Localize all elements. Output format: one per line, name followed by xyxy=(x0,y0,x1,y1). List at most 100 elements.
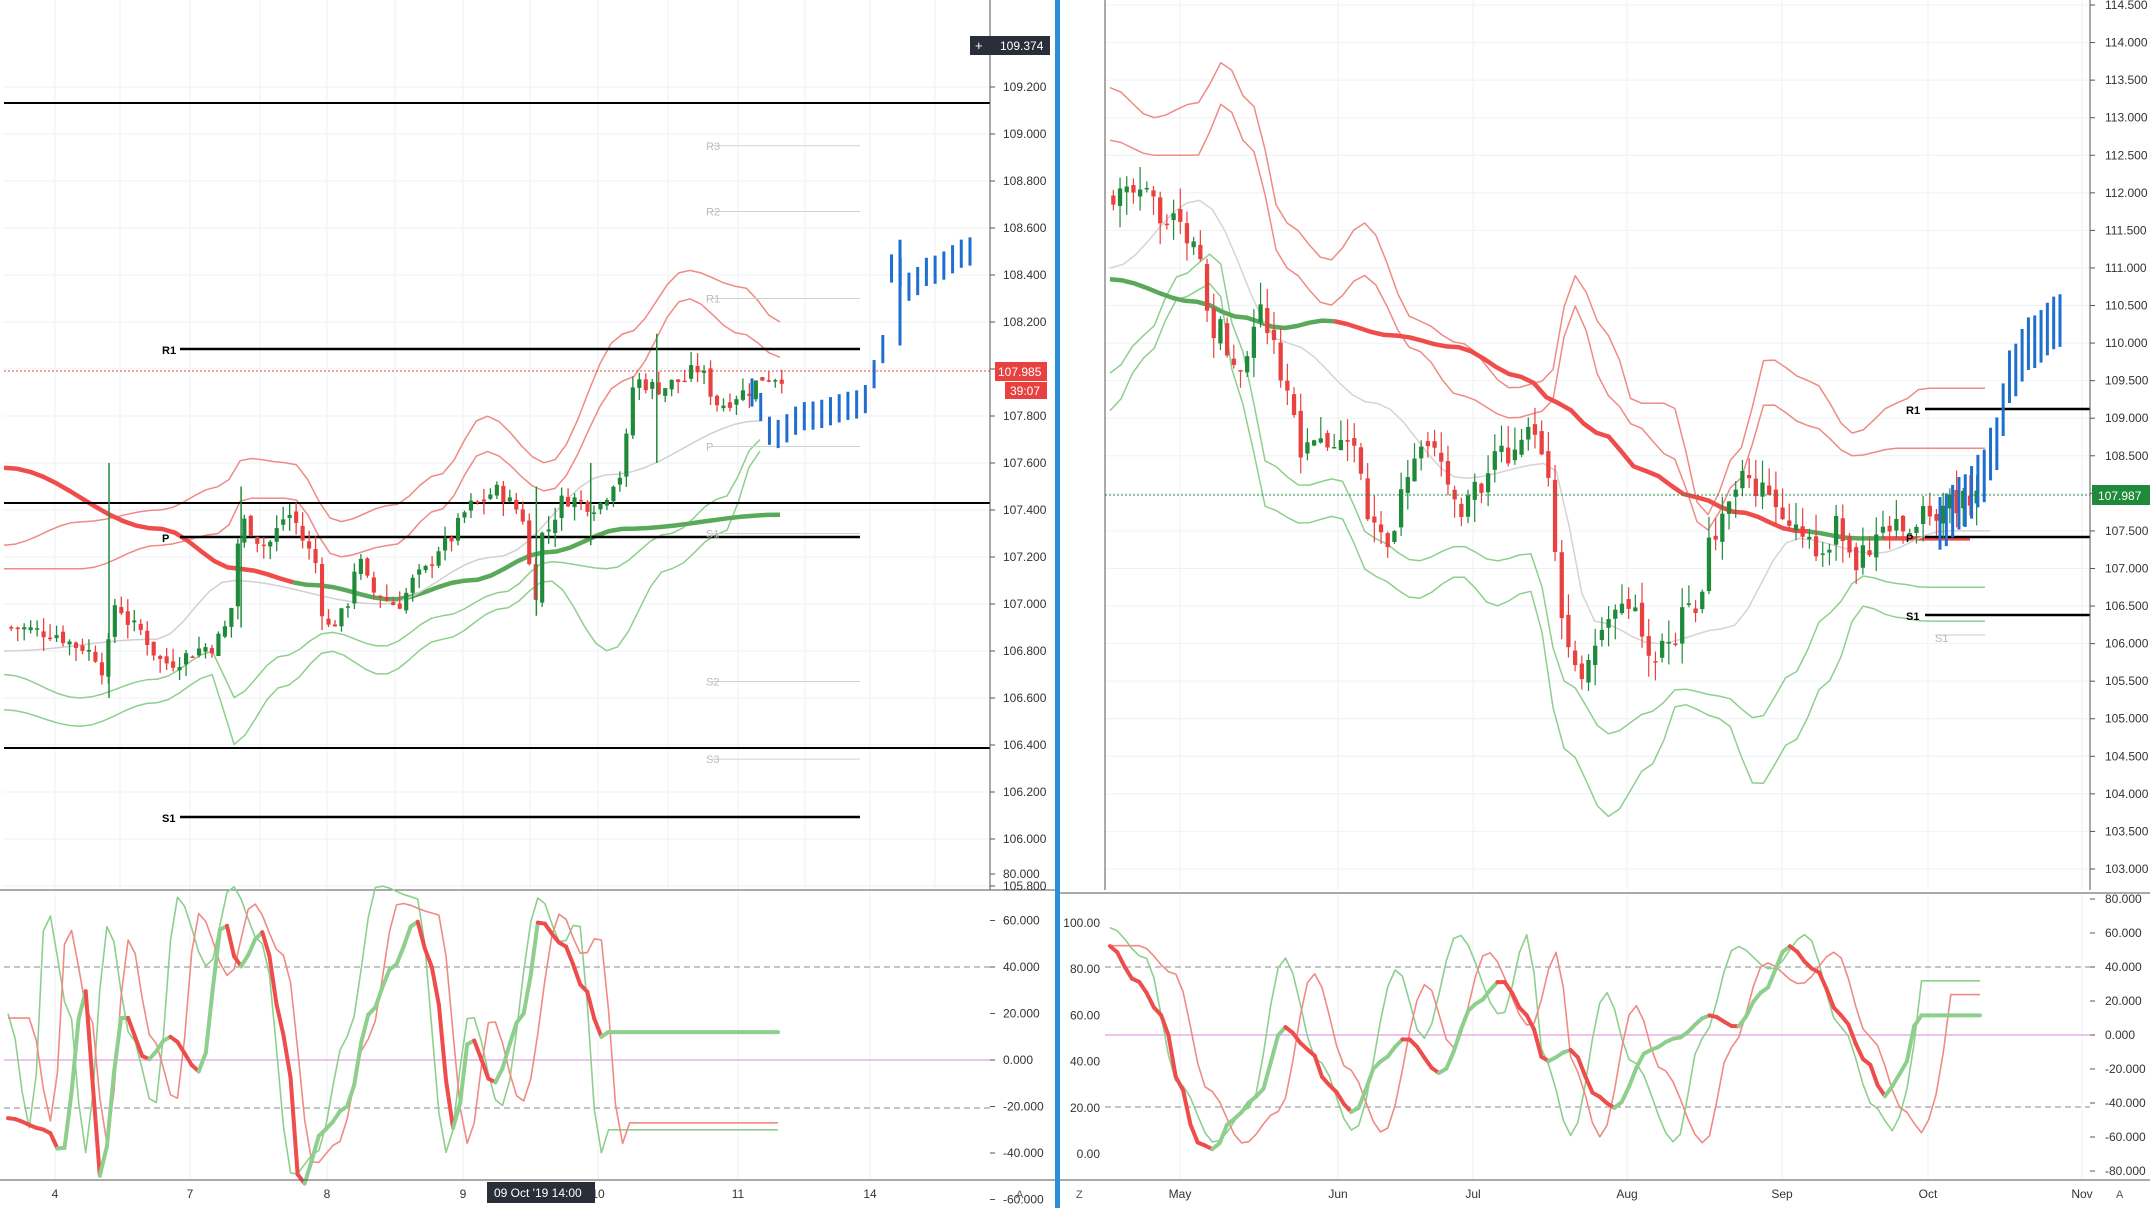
left-candle-body xyxy=(527,520,532,565)
right-candle-body xyxy=(1298,410,1303,458)
right-label-s1: S1 xyxy=(1906,611,1919,623)
left-faint-pivot-label: S3 xyxy=(706,754,719,766)
left-candle-body xyxy=(319,564,325,617)
right-candle-body xyxy=(1807,536,1812,540)
right-candle-body xyxy=(1633,607,1638,612)
left-candle-body xyxy=(708,368,713,397)
left-candle-body xyxy=(507,497,512,502)
right-osc-right-tick: -60.000 xyxy=(2105,1130,2146,1144)
left-candle-body xyxy=(177,667,182,671)
right-price-tick: 111.500 xyxy=(2105,223,2147,237)
right-candle-body xyxy=(1599,629,1605,641)
left-candle-body xyxy=(617,477,622,485)
left-candle-body xyxy=(235,543,240,607)
right-candle-body xyxy=(1412,458,1417,482)
right-candle-body xyxy=(1927,505,1932,517)
countdown-label: 39:07 xyxy=(1010,384,1040,398)
left-candle-body xyxy=(624,433,629,477)
right-candle-body xyxy=(1111,195,1116,205)
right-candle-body xyxy=(1740,471,1745,489)
right-osc-left-tick: 40.00 xyxy=(1070,1055,1100,1069)
right-candle-body xyxy=(1767,485,1772,495)
right-candle-body xyxy=(1499,445,1504,452)
left-candle-body xyxy=(753,380,758,400)
right-candle-body xyxy=(1693,608,1698,614)
left-candle-body xyxy=(611,486,616,502)
left-osc-tick: 80.000 xyxy=(1003,867,1040,881)
panel-separator xyxy=(1055,0,1060,1208)
left-candle-body xyxy=(455,517,461,541)
left-candle-body xyxy=(41,631,46,638)
right-candle-body xyxy=(1847,535,1852,553)
right-candle-body xyxy=(1425,441,1431,447)
left-candle-body xyxy=(676,379,681,383)
left-candle-body xyxy=(682,380,687,383)
right-candle-body xyxy=(1572,650,1578,666)
left-candle-body xyxy=(462,512,467,518)
left-label-p: P xyxy=(162,533,169,545)
left-candle-body xyxy=(22,627,27,630)
right-candle-body xyxy=(1338,439,1344,451)
right-candle-body xyxy=(1753,478,1758,497)
right-candle-body xyxy=(1854,547,1859,571)
left-candle-body xyxy=(138,623,143,631)
right-candle-body xyxy=(1552,479,1558,552)
right-candle-body xyxy=(1137,189,1143,197)
right-candle-body xyxy=(1365,478,1370,520)
left-candle-body xyxy=(171,661,176,668)
left-candle-body xyxy=(281,519,286,525)
left-faint-pivot-label: R3 xyxy=(706,141,720,153)
right-price-tick: 105.000 xyxy=(2105,712,2149,726)
right-candle-body xyxy=(1131,185,1136,193)
right-candle-body xyxy=(1646,636,1651,656)
left-candle-body xyxy=(35,628,40,630)
left-candle-body xyxy=(546,529,551,532)
right-candle-body xyxy=(1224,323,1230,356)
left-osc-tick: -20.000 xyxy=(1003,1100,1044,1114)
left-candle-body xyxy=(151,641,156,656)
left-candle-body xyxy=(132,620,137,623)
right-candle-body xyxy=(1613,609,1618,619)
left-candle-body xyxy=(643,379,648,391)
right-price-tick: 107.500 xyxy=(2105,524,2149,538)
right-candle-body xyxy=(1894,519,1899,531)
left-candle-body xyxy=(669,379,674,390)
left-candle-body xyxy=(73,642,79,648)
left-candle-body xyxy=(468,500,474,511)
right-candle-body xyxy=(1291,394,1297,416)
left-label-s1: S1 xyxy=(162,813,175,825)
right-price-tick: 109.500 xyxy=(2105,374,2149,388)
left-candle-body xyxy=(391,602,396,606)
left-candle-body xyxy=(216,633,221,657)
right-time-label: Sep xyxy=(1771,1187,1793,1201)
right-candle-body xyxy=(1278,342,1283,381)
right-candle-body xyxy=(1820,553,1825,555)
right-candle-body xyxy=(1325,432,1330,448)
right-candle-body xyxy=(1184,223,1190,244)
right-candle-body xyxy=(1472,481,1477,500)
right-candle-body xyxy=(1700,591,1705,610)
right-price-tick: 114.000 xyxy=(2105,36,2148,50)
left-candle-body xyxy=(261,544,266,547)
left-osc-tick: -40.000 xyxy=(1003,1146,1044,1160)
left-osc-tick: 0.000 xyxy=(1003,1053,1033,1067)
left-candle-body xyxy=(300,525,305,541)
right-candle-body xyxy=(1713,535,1718,540)
left-candle-body xyxy=(734,399,739,405)
right-price-tick: 113.500 xyxy=(2105,73,2148,87)
right-candle-body xyxy=(1439,452,1444,462)
left-candle-body xyxy=(417,569,422,575)
left-candle-body xyxy=(15,627,20,630)
left-candle-body xyxy=(397,603,402,609)
left-price-tick: 106.600 xyxy=(1003,691,1047,705)
right-osc-right-tick: 0.000 xyxy=(2105,1028,2135,1042)
right-auto-button[interactable]: A xyxy=(2116,1189,2124,1201)
left-auto-button[interactable]: A xyxy=(1016,1189,1024,1201)
right-zoom-button[interactable]: Z xyxy=(1076,1189,1083,1201)
right-candle-body xyxy=(1733,489,1738,497)
right-candle-body xyxy=(1546,451,1551,478)
right-candle-body xyxy=(1666,642,1671,644)
right-time-label: Jun xyxy=(1328,1187,1347,1201)
right-candle-body xyxy=(1880,526,1886,533)
right-candle-body xyxy=(1231,358,1236,365)
